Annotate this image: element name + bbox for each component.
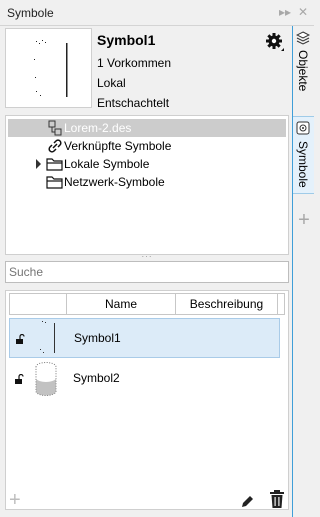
symbol-info: Symbol1 1 Vorkommen Lokal Entschachtelt [97,28,289,110]
pencil-icon[interactable] [240,493,256,509]
column-header-preview[interactable] [10,294,67,314]
tab-objekte[interactable]: Objekte [293,28,314,98]
symbol-thumbnail [35,362,57,396]
search-input[interactable] [9,262,288,282]
list-row-symbol2[interactable]: Symbol2 [9,359,280,399]
list-row-symbol1[interactable]: Symbol1 [9,318,280,358]
tree-item-document[interactable]: Lorem-2.des [8,119,286,137]
layers-icon [296,31,310,45]
list-row-name: Symbol1 [74,331,121,345]
tree-item-local-symbols[interactable]: Lokale Symbole [8,155,286,173]
symbols-panel: Symbol1 1 Vorkommen Lokal Entschachtelt [0,26,292,517]
symbol-thumbnail [34,40,68,97]
tab-label: Symbole [296,141,310,188]
folder-icon [46,158,63,171]
list-row-name: Symbol2 [73,371,120,385]
tab-label: Objekte [296,50,310,92]
panel-title: Symbole [7,6,54,20]
symbol-preview [5,28,92,108]
tree-item-label: Netzwerk-Symbole [64,175,165,189]
link-icon [48,139,62,153]
tree-item-label: Lorem-2.des [64,121,132,135]
column-header-name[interactable]: Name [67,294,176,314]
symbol-name: Symbol1 [97,32,156,48]
symbol-icon [296,121,310,135]
collapse-arrows-icon[interactable]: ▸▸ [277,4,293,20]
unlock-icon[interactable] [15,334,25,344]
tree-item-label: Verknüpfte Symbole [64,139,172,153]
list-header: Name Beschreibung [9,293,285,315]
symbol-scope: Lokal [97,76,126,90]
symbol-list: Name Beschreibung Symbol1 Symbol2 [5,290,289,510]
panel-titlebar: Symbole ▸▸ ✕ [0,0,314,26]
close-icon[interactable]: ✕ [295,4,311,20]
symbol-thumbnail [40,321,55,353]
add-icon[interactable]: + [9,490,25,510]
tab-symbole[interactable]: Symbole [293,116,314,194]
symbol-library-tree: Lorem-2.des Verknüpfte Symbole Lokale Sy… [5,115,289,255]
search-field[interactable] [5,261,289,283]
gear-icon[interactable] [265,32,285,52]
tree-item-label: Lokale Symbole [64,157,150,171]
tree-item-network-symbols[interactable]: Netzwerk-Symbole [8,173,286,191]
symbol-nesting: Entschachtelt [97,96,170,110]
unlock-icon[interactable] [14,374,24,384]
column-header-description[interactable]: Beschreibung [176,294,278,314]
expand-arrow-icon[interactable] [36,159,41,169]
document-icon [48,120,62,136]
add-tab-icon[interactable]: + [296,210,312,230]
trash-icon[interactable] [268,489,286,509]
tree-item-linked-symbols[interactable]: Verknüpfte Symbole [8,137,286,155]
symbol-instances: 1 Vorkommen [97,56,172,70]
folder-icon [46,176,63,189]
docker-side-tabs: Objekte Symbole + [292,26,314,517]
